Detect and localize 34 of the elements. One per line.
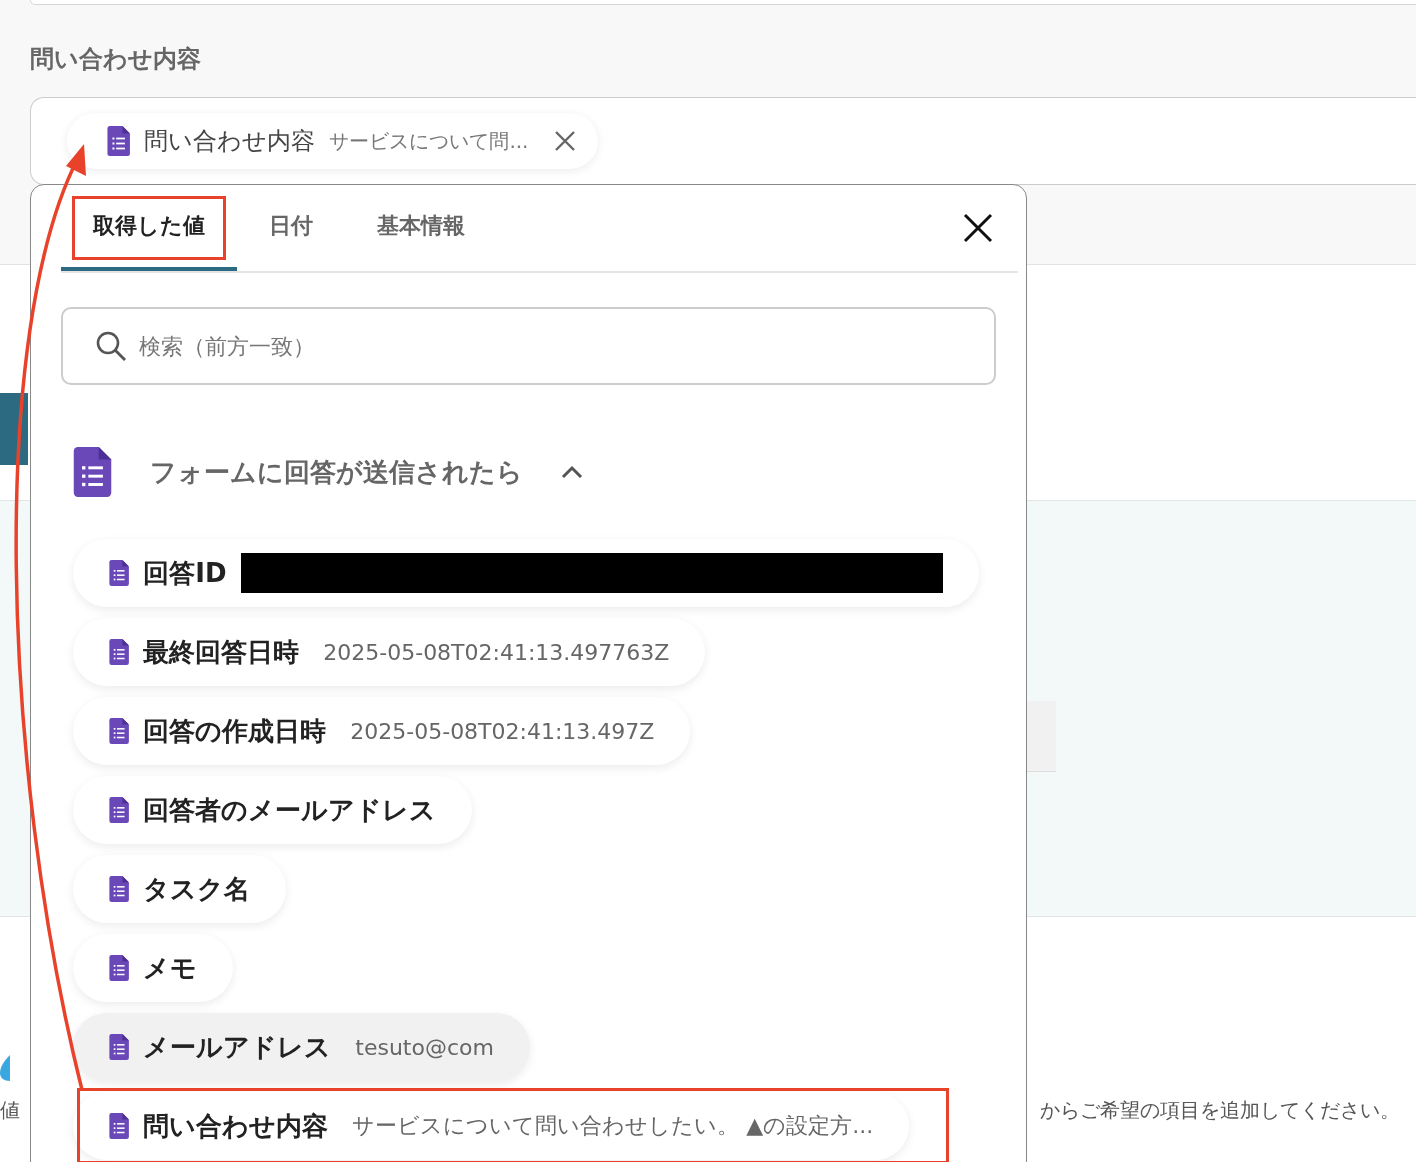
field-label: 問い合わせ内容 — [30, 44, 202, 75]
value-item[interactable]: 回答ID — [73, 539, 979, 607]
value-item[interactable]: 回答の作成日時 2025-05-08T02:41:13.497Z — [73, 697, 691, 765]
chip-value: サービスについて問... — [329, 127, 529, 155]
search-field[interactable]: 検索（前方一致） — [61, 307, 996, 385]
form-icon — [109, 718, 130, 744]
drop-icon — [0, 1055, 10, 1081]
search-icon — [95, 330, 127, 362]
close-icon[interactable] — [554, 130, 577, 152]
value-item[interactable]: メモ — [73, 934, 234, 1002]
form-icon — [109, 1113, 130, 1139]
form-icon — [109, 955, 130, 981]
chip-name: 問い合わせ内容 — [144, 126, 316, 157]
form-icon — [109, 797, 130, 823]
chevron-up-icon[interactable] — [561, 465, 583, 479]
value-item[interactable]: メールアドレス tesuto@com — [73, 1013, 530, 1081]
section-title: フォームに回答が送信されたら — [150, 455, 523, 489]
form-icon — [109, 639, 130, 665]
tab[interactable]: 日付 — [237, 185, 345, 271]
value-item[interactable]: 回答者のメールアドレス — [73, 776, 473, 844]
hint-text: 値 — [0, 1097, 20, 1124]
form-icon — [109, 876, 130, 902]
close-button[interactable] — [962, 212, 994, 244]
value-item[interactable]: 最終回答日時 2025-05-08T02:41:13.497763Z — [73, 618, 706, 686]
tab[interactable]: 基本情報 — [345, 185, 497, 271]
form-icon — [73, 447, 112, 497]
form-icon — [107, 126, 131, 156]
value-item[interactable]: タスク名 — [73, 855, 287, 923]
hint-text: からご希望の項目を追加してください。 — [1040, 1097, 1400, 1124]
form-icon — [109, 560, 130, 586]
form-icon — [109, 1034, 130, 1060]
value-chip[interactable]: 問い合わせ内容 サービスについて問... — [67, 113, 599, 169]
tab[interactable]: 取得した値 — [61, 185, 237, 271]
input-field[interactable]: 問い合わせ内容 サービスについて問... — [30, 97, 1416, 185]
